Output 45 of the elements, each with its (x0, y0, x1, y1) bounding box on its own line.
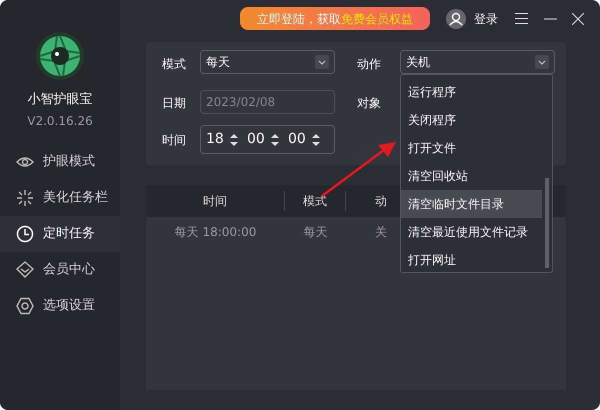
time-field[interactable]: 18 00 00 (200, 125, 335, 154)
action-label: 动作 (357, 56, 381, 73)
scrollbar-icon[interactable] (545, 178, 549, 268)
spinner-arrows-icon[interactable] (230, 132, 238, 146)
target-label: 对象 (357, 95, 381, 112)
hexagon-icon (16, 296, 34, 314)
date-label: 日期 (162, 95, 186, 112)
minimize-icon[interactable] (544, 18, 557, 20)
dropdown-option[interactable]: 清空最近使用文件记录 (401, 218, 542, 246)
mode-label: 模式 (162, 56, 186, 73)
action-select[interactable]: 关机 (400, 50, 555, 74)
dropdown-option[interactable]: 清空临时文件目录 (401, 190, 542, 218)
close-icon[interactable] (572, 12, 584, 24)
column-header: 动 (375, 194, 387, 208)
mode-select[interactable]: 每天 (200, 50, 335, 74)
time-label: 时间 (162, 132, 186, 149)
column-header: 时间 (203, 194, 227, 208)
app-logo-icon (35, 31, 85, 81)
dropdown-option[interactable]: 打开网址 (401, 246, 542, 274)
nav-item[interactable]: 会员中心 (0, 252, 120, 288)
dropdown-option[interactable]: 运行程序 (401, 78, 542, 106)
app-version: V2.0.16.26 (27, 112, 93, 130)
chevron-down-icon (535, 55, 549, 69)
spinner-arrows-icon[interactable] (271, 132, 279, 146)
app-name: 小智护眼宝 (28, 91, 92, 109)
dropdown-option[interactable]: 关闭程序 (401, 106, 542, 134)
chevron-down-icon (315, 55, 329, 69)
table-cell: 每天 (304, 225, 328, 239)
dropdown-option[interactable]: 打开文件 (401, 134, 542, 162)
menu-icon[interactable] (515, 13, 528, 24)
dropdown-option[interactable]: 清空回收站 (401, 162, 542, 190)
diamond-icon (16, 260, 34, 278)
sparkle-icon (16, 188, 34, 206)
column-header: 模式 (303, 194, 327, 208)
nav-item[interactable]: 美化任务栏 (0, 180, 120, 216)
nav-item[interactable]: 选项设置 (0, 288, 120, 324)
nav-item[interactable]: 定时任务 (0, 216, 120, 252)
table-cell: 关 (375, 225, 387, 239)
clock-icon (16, 224, 34, 242)
date-field[interactable]: 2023/02/08 (200, 90, 335, 114)
nav-item[interactable]: 护眼模式 (0, 144, 120, 180)
login-link[interactable]: 登录 (474, 10, 498, 28)
avatar-icon[interactable] (446, 8, 466, 28)
spinner-arrows-icon[interactable] (312, 132, 320, 146)
table-cell: 每天 18:00:00 (174, 225, 256, 239)
